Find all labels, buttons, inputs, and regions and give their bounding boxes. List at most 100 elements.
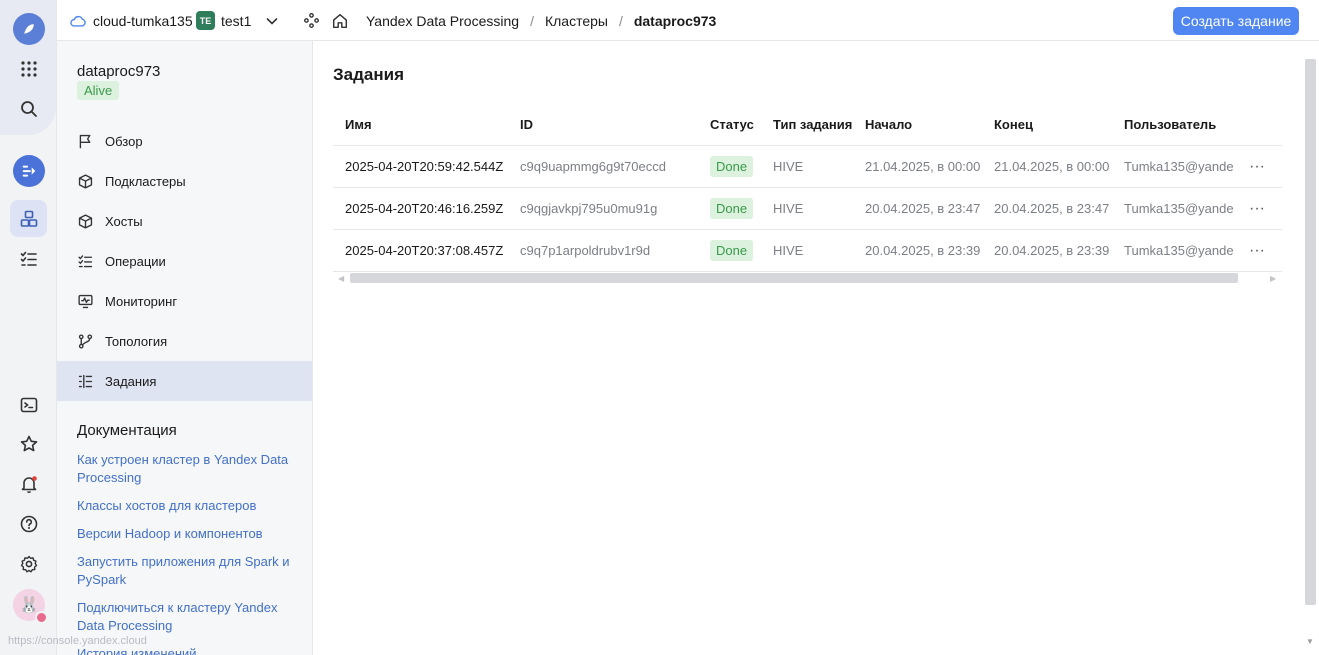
cloud-selector[interactable]: cloud-tumka135	[69, 0, 193, 41]
scroll-left-arrow-icon[interactable]: ◀	[338, 274, 344, 283]
home-icon[interactable]	[331, 0, 349, 41]
job-type: HIVE	[773, 243, 804, 258]
page-title: Задания	[333, 65, 404, 84]
monitor-icon	[78, 294, 93, 308]
cube-icon	[78, 173, 93, 189]
scroll-down-arrow-icon[interactable]: ▼	[1306, 637, 1314, 646]
vertical-scrollbar[interactable]	[1305, 59, 1316, 605]
job-end: 20.04.2025, в 23:47	[994, 201, 1110, 216]
sidebar-item-topology[interactable]: Топология	[57, 321, 312, 361]
sidebar-item-label: Мониторинг	[105, 293, 178, 309]
status-badge: Done	[710, 198, 754, 219]
table-row[interactable]: 2025-04-20T20:46:16.259Z c9qgjavkpj795u0…	[333, 188, 1282, 230]
job-start: 20.04.2025, в 23:47	[865, 201, 981, 216]
folder-name: test1	[221, 12, 252, 29]
avatar-badge-icon	[35, 611, 48, 624]
sidebar-item-subclusters[interactable]: Подкластеры	[57, 161, 312, 201]
doc-link[interactable]: Запустить приложения для Spark и PySpark	[77, 553, 302, 589]
column-header-id[interactable]: ID	[520, 104, 533, 145]
doc-link[interactable]: Как устроен кластер в Yandex Data Proces…	[77, 451, 302, 487]
apps-grid-icon[interactable]	[10, 50, 47, 87]
job-name[interactable]: 2025-04-20T20:46:16.259Z	[345, 188, 503, 229]
job-name[interactable]: 2025-04-20T20:59:42.544Z	[345, 146, 503, 187]
row-menu-icon[interactable]: ···	[1248, 188, 1266, 229]
breadcrumb-separator: /	[530, 12, 534, 29]
cube-icon	[78, 213, 93, 229]
help-icon[interactable]	[10, 505, 47, 542]
column-header-end[interactable]: Конец	[994, 104, 1033, 145]
job-status: Done	[710, 146, 754, 187]
breadcrumb-service[interactable]: Yandex Data Processing	[366, 13, 519, 29]
job-status: Done	[710, 230, 754, 271]
job-type: HIVE	[773, 201, 804, 216]
doc-link[interactable]: Версии Hadoop и компонентов	[77, 525, 302, 543]
job-type: HIVE	[773, 159, 804, 174]
cluster-name: dataproc973	[77, 63, 161, 80]
job-user: Tumka135@yande	[1124, 243, 1234, 258]
job-user: Tumka135@yande	[1124, 201, 1234, 216]
doc-link[interactable]: Подключиться к кластеру Yandex Data Proc…	[77, 599, 302, 635]
breadcrumb-clusters[interactable]: Кластеры	[545, 13, 608, 29]
chevron-down-icon[interactable]	[265, 14, 279, 28]
status-badge: Alive	[77, 81, 120, 100]
sidebar-item-label: Задания	[105, 373, 157, 389]
search-icon[interactable]	[10, 90, 47, 127]
clusters-icon[interactable]	[10, 200, 47, 237]
doc-link[interactable]: Классы хостов для кластеров	[77, 497, 302, 515]
star-icon[interactable]	[10, 425, 47, 462]
list-icon	[78, 374, 93, 388]
job-user: Tumka135@yande	[1124, 159, 1234, 174]
create-job-button[interactable]: Создать задание	[1173, 7, 1299, 35]
cloud-name: cloud-tumka135	[93, 12, 193, 29]
sidebar-item-label: Обзор	[105, 133, 143, 149]
sidebar-item-monitoring[interactable]: Мониторинг	[57, 281, 312, 321]
job-start: 21.04.2025, в 00:00	[865, 159, 981, 174]
topology-icon	[78, 333, 93, 349]
folder-badge: TE	[196, 11, 215, 30]
table-row[interactable]: 2025-04-20T20:59:42.544Z c9q9uapmmg6g9t7…	[333, 146, 1282, 188]
job-name[interactable]: 2025-04-20T20:37:08.457Z	[345, 230, 503, 271]
sidebar-item-label: Хосты	[105, 213, 143, 229]
job-id: c9q9uapmmg6g9t70eccd	[520, 159, 666, 174]
bell-icon[interactable]	[10, 465, 47, 502]
column-header-start[interactable]: Начало	[865, 104, 912, 145]
service-map-icon[interactable]	[303, 0, 320, 41]
sidebar-item-label: Операции	[105, 253, 166, 269]
folder-selector[interactable]: TE test1	[196, 0, 279, 41]
terminal-icon[interactable]	[10, 386, 47, 423]
sidebar-item-label: Топология	[105, 333, 168, 349]
breadcrumb: Yandex Data Processing / Кластеры / data…	[366, 0, 716, 41]
settings-gear-icon[interactable]	[10, 545, 47, 582]
table-row[interactable]: 2025-04-20T20:37:08.457Z c9q7p1arpoldrub…	[333, 230, 1282, 272]
sidebar-item-overview[interactable]: Обзор	[57, 121, 312, 161]
sidebar-item-hosts[interactable]: Хосты	[57, 201, 312, 241]
table-header-row: Имя ID Статус Тип задания Начало Конец П…	[333, 104, 1282, 146]
jobs-table: Имя ID Статус Тип задания Начало Конец П…	[333, 104, 1282, 272]
status-badge: Done	[710, 240, 754, 261]
app-root: 🐰 cloud-tumka135 TE test1 Yandex Data Pr…	[0, 0, 1319, 655]
left-rail: 🐰	[0, 0, 57, 655]
column-header-type[interactable]: Тип задания	[773, 104, 852, 145]
main-content: Задания Имя ID Статус Тип задания Начало…	[313, 41, 1319, 655]
list-check-icon	[78, 254, 93, 267]
sidebar-item-jobs[interactable]: Задания	[57, 361, 312, 401]
scroll-right-arrow-icon[interactable]: ▶	[1270, 274, 1276, 283]
job-id: c9q7p1arpoldrubv1r9d	[520, 243, 651, 258]
operations-list-icon[interactable]	[10, 240, 47, 277]
breadcrumb-separator: /	[618, 12, 623, 29]
column-header-user[interactable]: Пользователь	[1124, 104, 1216, 145]
job-start: 20.04.2025, в 23:39	[865, 243, 981, 258]
data-processing-service-icon[interactable]	[13, 155, 45, 187]
breadcrumb-current: dataproc973	[633, 12, 717, 29]
column-header-status[interactable]: Статус	[710, 104, 754, 145]
yandex-cloud-logo[interactable]	[13, 13, 45, 45]
sidebar-item-operations[interactable]: Операции	[57, 241, 312, 281]
flag-icon	[79, 134, 91, 148]
status-badge: Done	[710, 156, 754, 177]
row-menu-icon[interactable]: ···	[1248, 146, 1266, 187]
column-header-name[interactable]: Имя	[345, 104, 372, 145]
job-id: c9qgjavkpj795u0mu91g	[520, 201, 658, 216]
horizontal-scrollbar[interactable]	[350, 273, 1238, 283]
status-bar-url: https://console.yandex.cloud	[8, 635, 147, 647]
row-menu-icon[interactable]: ···	[1248, 230, 1266, 271]
